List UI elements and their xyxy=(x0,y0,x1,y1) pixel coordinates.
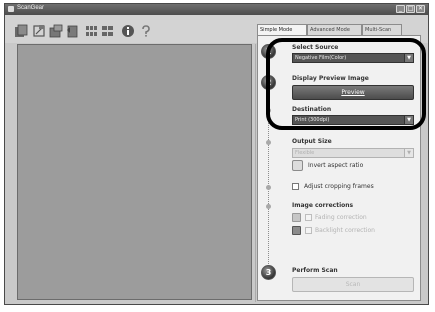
clear-frame-icon[interactable] xyxy=(49,24,63,38)
grid-view-icon[interactable] xyxy=(85,24,99,38)
scangear-window: ScanGear _ □ ✕ Simple Mode Advanced Mode… xyxy=(4,3,429,305)
title-bar[interactable]: ScanGear _ □ ✕ xyxy=(5,4,428,15)
adjust-cropping-checkbox[interactable] xyxy=(292,183,299,190)
scan-button-label: Scan xyxy=(345,281,361,288)
thumbnail-grid-icon[interactable] xyxy=(101,24,115,38)
output-size-label: Output Size xyxy=(292,138,332,145)
pane-divider xyxy=(255,44,256,302)
step-dot xyxy=(266,185,271,190)
rotate-left-icon[interactable] xyxy=(65,24,79,38)
maximize-button[interactable]: □ xyxy=(406,5,415,13)
window-title: ScanGear xyxy=(17,5,45,11)
chevron-down-icon: ▼ xyxy=(404,149,413,157)
step-dot xyxy=(266,140,271,145)
info-icon[interactable] xyxy=(121,24,135,38)
app-icon xyxy=(8,6,14,12)
highlight-annotation xyxy=(266,38,426,130)
help-icon[interactable] xyxy=(139,24,153,38)
fading-correction-label: Fading correction xyxy=(315,214,367,221)
auto-crop-icon[interactable] xyxy=(32,24,46,38)
scan-button[interactable]: Scan xyxy=(292,277,414,292)
fading-correction-checkbox[interactable] xyxy=(305,214,312,221)
fading-correction-icon xyxy=(292,213,301,222)
backlight-correction-label: Backlight correction xyxy=(315,227,375,234)
minimize-button[interactable]: _ xyxy=(396,5,405,13)
output-size-dropdown[interactable]: Flexible ▼ xyxy=(292,148,414,158)
adjust-cropping-label: Adjust cropping frames xyxy=(304,183,374,190)
invert-aspect-ratio-label: Invert aspect ratio xyxy=(308,162,364,169)
scan-thumbnail-icon[interactable] xyxy=(14,24,28,38)
preview-area[interactable] xyxy=(17,44,252,300)
output-size-value: Flexible xyxy=(295,150,315,156)
step-dot xyxy=(266,204,271,209)
backlight-correction-icon xyxy=(292,226,301,235)
step-3-badge: 3 xyxy=(261,265,276,280)
close-button[interactable]: ✕ xyxy=(416,5,425,13)
invert-aspect-ratio-icon[interactable] xyxy=(292,160,303,171)
backlight-correction-checkbox[interactable] xyxy=(305,227,312,234)
perform-scan-label: Perform Scan xyxy=(292,267,338,274)
image-corrections-label: Image corrections xyxy=(292,202,354,209)
